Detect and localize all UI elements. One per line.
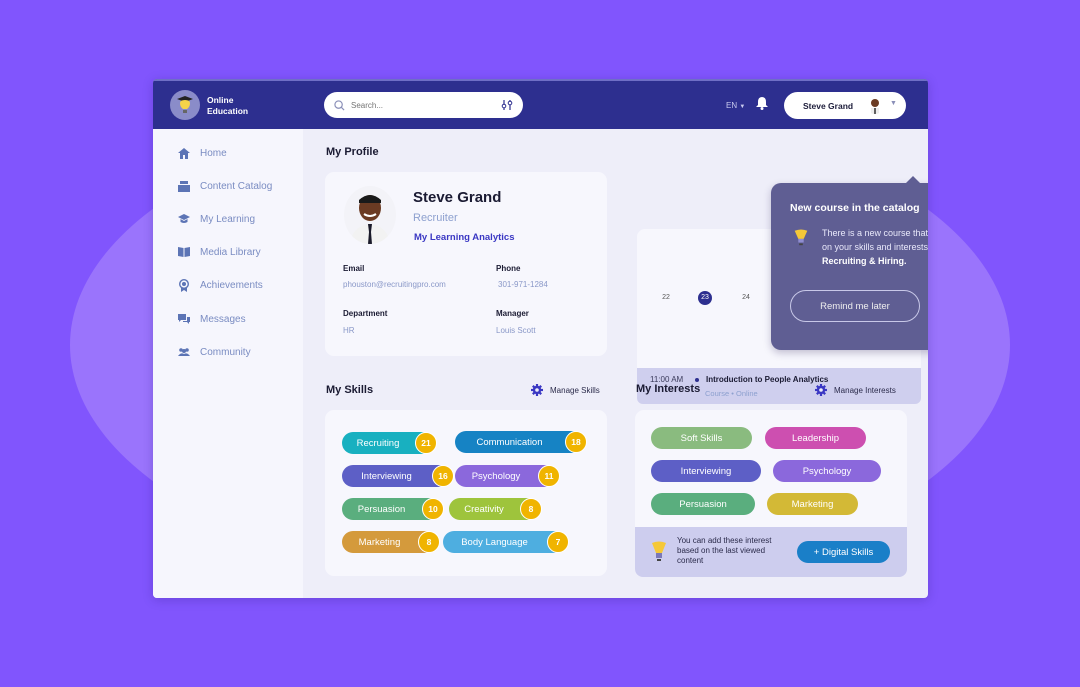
profile-name: Steve Grand: [413, 189, 502, 206]
interest-chip[interactable]: Leadership: [765, 427, 866, 449]
manage-interests-button[interactable]: Manage Interests: [815, 384, 896, 396]
app-name: Online Education: [207, 95, 249, 116]
sidebar-item-content-catalog[interactable]: Content Catalog: [178, 180, 272, 192]
calendar-day[interactable]: 22: [658, 294, 674, 301]
manager-value: Louis Scott: [496, 326, 536, 335]
interest-label: Leadership: [791, 432, 839, 444]
bell-icon[interactable]: [755, 96, 769, 115]
graduation-cap-icon: [178, 213, 190, 225]
logo-icon[interactable]: [170, 90, 200, 120]
learning-analytics-link[interactable]: My Learning Analytics: [414, 232, 514, 243]
top-bar: OnlineEducation EN ▼ Steve Grand ▼: [153, 79, 928, 129]
user-menu[interactable]: Steve Grand ▼: [784, 92, 906, 119]
skill-chip[interactable]: Persuasion 10: [342, 498, 444, 520]
app-window: OnlineEducation EN ▼ Steve Grand ▼ Home …: [153, 79, 928, 598]
interest-chip[interactable]: Soft Skills: [651, 427, 752, 449]
main-content: My Profile Steve Grand Recruiter My Lear…: [303, 129, 928, 598]
user-name: Steve Grand: [803, 100, 854, 111]
sidebar-item-community[interactable]: Community: [178, 346, 251, 358]
skill-count-badge: 8: [520, 498, 542, 520]
skill-chip[interactable]: Recruiting 21: [342, 432, 437, 454]
interest-chip[interactable]: Persuasion: [651, 493, 755, 515]
skill-label: Body Language: [461, 536, 528, 548]
chevron-down-icon: ▼: [739, 104, 746, 110]
manager-label: Manager: [496, 309, 529, 318]
skill-count-badge: 7: [547, 531, 569, 553]
sidebar-item-media-library[interactable]: Media Library: [178, 246, 261, 258]
skill-chip[interactable]: Creativity 8: [449, 498, 542, 520]
skill-chip[interactable]: Marketing 8: [342, 531, 440, 553]
interest-label: Interviewing: [680, 465, 732, 477]
popover-message: There is a new course that can be releva…: [822, 226, 928, 268]
profile-section-title: My Profile: [326, 146, 379, 158]
remind-later-button[interactable]: Remind me later: [790, 290, 920, 322]
event-meta: Course • Online: [705, 389, 758, 398]
phone-label: Phone: [496, 264, 521, 273]
interests-card: Soft Skills Leadership Interviewing Psychol…: [635, 410, 907, 577]
gear-icon: [815, 384, 827, 396]
event-bullet: [695, 378, 699, 382]
interest-label: Marketing: [791, 498, 834, 510]
interest-label: Soft Skills: [680, 432, 723, 444]
calendar-day-selected[interactable]: 23: [698, 291, 712, 305]
department-label: Department: [343, 309, 388, 318]
email-label: Email: [343, 264, 365, 273]
home-icon: [178, 147, 190, 159]
skill-count-badge: 10: [422, 498, 444, 520]
skill-chip[interactable]: Communication 18: [455, 431, 587, 453]
manage-skills-button[interactable]: Manage Skills: [531, 384, 600, 396]
community-icon: [178, 346, 190, 358]
interest-chip[interactable]: Psychology: [773, 460, 881, 482]
profile-avatar: [344, 186, 396, 244]
email-value: phouston@recruitingpro.com: [343, 280, 446, 289]
sidebar-item-my-learning[interactable]: My Learning: [178, 213, 255, 225]
skill-label: Communication: [476, 436, 543, 448]
skills-section-title: My Skills: [326, 384, 374, 396]
skill-count-badge: 18: [565, 431, 587, 453]
search-input[interactable]: [351, 100, 501, 110]
language-selector[interactable]: EN ▼: [726, 101, 745, 110]
skill-chip[interactable]: Body Language 7: [443, 531, 569, 553]
sidebar: Home Content Catalog My Learning Media L…: [153, 129, 303, 598]
lightbulb-icon: [652, 541, 666, 561]
messages-icon: [178, 313, 190, 325]
popover-title: New course in the catalog: [790, 202, 920, 214]
interest-suggestion: You can add these interest based on the …: [635, 527, 907, 577]
notification-popover: New course in the catalog There is a new…: [771, 176, 928, 350]
award-icon: [178, 278, 190, 292]
calendar-day[interactable]: 24: [738, 294, 754, 301]
profile-role: Recruiter: [413, 212, 458, 224]
profile-card: Steve Grand Recruiter My Learning Analyt…: [325, 172, 607, 356]
sidebar-item-home[interactable]: Home: [178, 147, 227, 159]
skill-chip[interactable]: Interviewing 16: [342, 465, 454, 487]
sidebar-item-messages[interactable]: Messages: [178, 313, 246, 325]
interest-chip[interactable]: Marketing: [767, 493, 858, 515]
interest-chip[interactable]: Interviewing: [651, 460, 761, 482]
add-digital-skills-button[interactable]: + Digital Skills: [797, 541, 890, 563]
book-icon: [178, 246, 190, 258]
filter-icon[interactable]: [501, 99, 513, 111]
suggestion-text: You can add these interest based on the …: [677, 536, 772, 565]
skill-count-badge: 16: [432, 465, 454, 487]
search-icon: [334, 99, 345, 111]
interests-section-title: My Interests: [636, 383, 701, 395]
search-bar[interactable]: [324, 92, 523, 118]
chevron-down-icon: ▼: [890, 100, 897, 107]
skill-count-badge: 21: [415, 432, 437, 454]
event-title: Introduction to People Analytics: [706, 375, 829, 384]
sidebar-item-achievements[interactable]: Achievements: [178, 278, 263, 292]
interest-label: Psychology: [802, 465, 852, 477]
interest-label: Persuasion: [679, 498, 727, 510]
phone-value: 301-971-1284: [498, 280, 548, 289]
gear-icon: [531, 384, 543, 396]
catalog-icon: [178, 180, 190, 192]
skill-chip[interactable]: Psychology 11: [455, 465, 560, 487]
user-avatar: [866, 96, 884, 114]
skill-count-badge: 8: [418, 531, 440, 553]
lightbulb-icon: [794, 229, 808, 246]
department-value: HR: [343, 326, 355, 335]
skill-count-badge: 11: [538, 465, 560, 487]
